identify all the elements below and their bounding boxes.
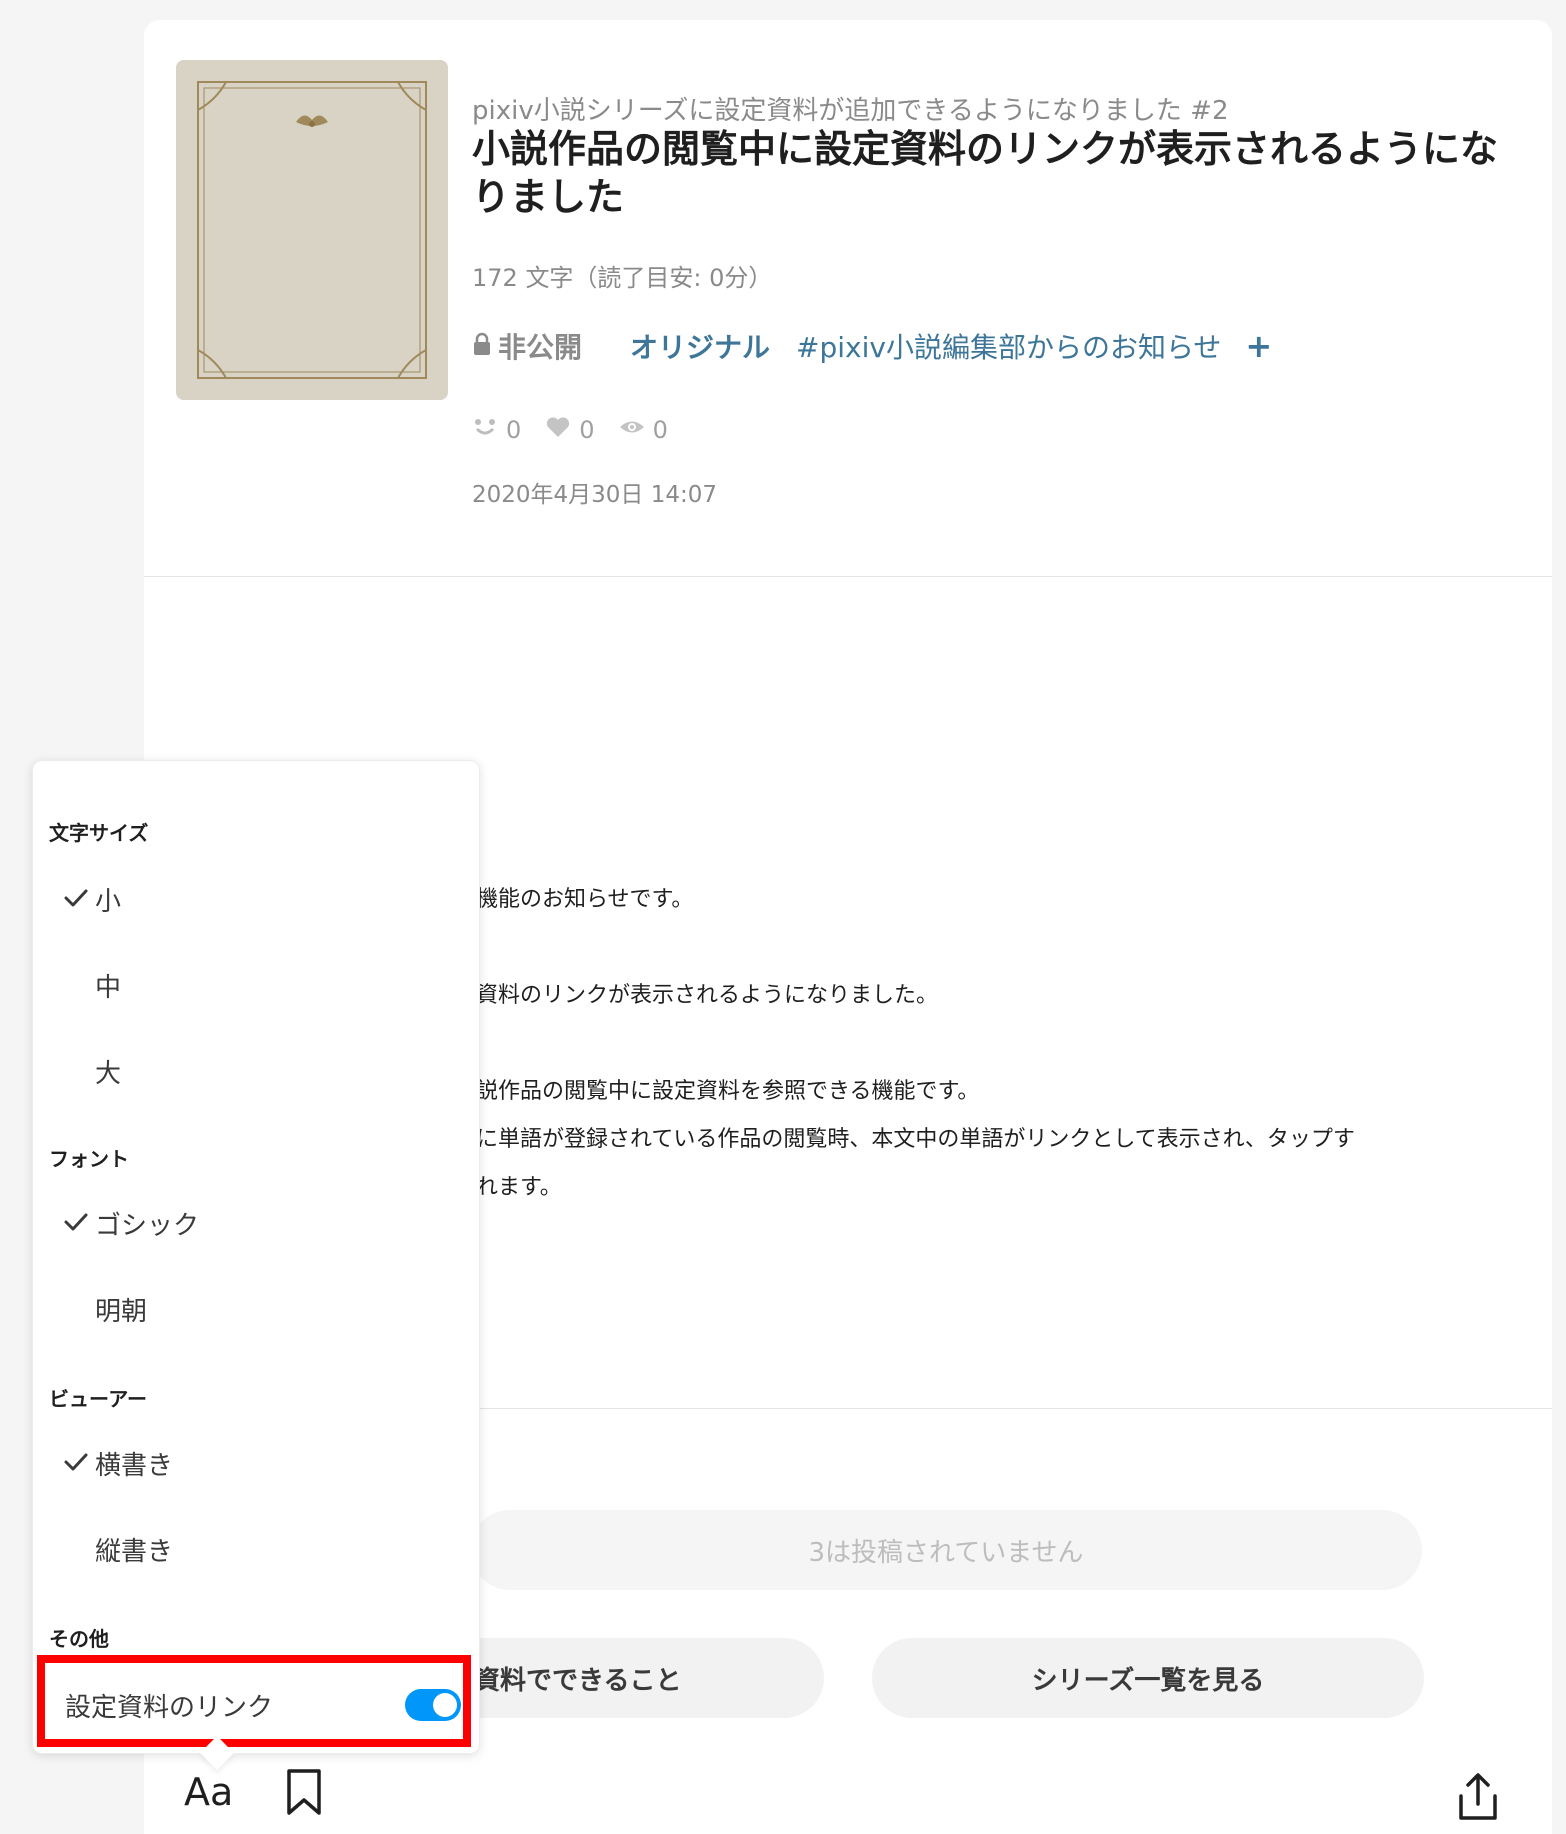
tag-original[interactable]: オリジナル — [630, 326, 770, 366]
body-line: されます。 — [454, 1175, 562, 1200]
viewer-horizontal-label: 横書き — [95, 1450, 174, 1481]
bookmark-icon[interactable] — [284, 1768, 324, 1816]
lock-icon — [472, 330, 498, 363]
viewer-vertical-label: 縦書き — [95, 1536, 174, 1567]
like-icon — [472, 416, 506, 444]
font-size-medium-label: 中 — [95, 972, 122, 1003]
reading-settings-popover: 文字サイズ 小 中 大 フォント ゴシック 明朝 ビューアー 横書き 縦書き そ… — [32, 760, 480, 1754]
work-title: 小説作品の閲覧中に設定資料のリンクが表示されるようになりました — [472, 127, 1499, 219]
check-icon — [63, 887, 91, 911]
font-gothic-label: ゴシック — [95, 1210, 200, 1241]
font-size-small-option[interactable]: 小 — [63, 879, 121, 919]
font-settings-button[interactable]: Aa — [184, 1770, 233, 1814]
header-divider — [144, 576, 1552, 577]
bookmark-stat: 0 — [545, 416, 595, 444]
body-line: 小説作品の閲覧中に設定資料を参照できる機能です。 — [454, 1079, 980, 1104]
setting-link-label: 設定資料のリンク — [65, 1692, 274, 1723]
font-heading: フォント — [49, 1147, 129, 1171]
next-episode-disabled: 3は投稿されていません — [470, 1510, 1422, 1590]
eye-icon — [619, 416, 653, 444]
char-count: 172 文字（読了目安: 0分） — [472, 264, 773, 292]
visibility-status: 非公開 — [472, 326, 582, 366]
body-line: 料に単語が登録されている作品の閲覧時、本文中の単語がリンクとして表示され、タップ… — [454, 1127, 1355, 1152]
series-title-link[interactable]: pixiv小説シリーズに設定資料が追加できるようになりました #2 — [472, 90, 1229, 127]
tag-hashtag[interactable]: #pixiv小説編集部からのお知らせ — [796, 326, 1221, 366]
visibility-label: 非公開 — [498, 331, 583, 364]
body-line — [454, 924, 1355, 972]
like-count: 0 — [506, 416, 522, 444]
font-mincho-option[interactable]: 明朝 — [63, 1289, 147, 1329]
other-heading: その他 — [49, 1627, 109, 1651]
cover-frame-illustration — [176, 60, 448, 400]
stats-row: 0 0 0 — [472, 416, 692, 444]
font-size-small-label: 小 — [95, 886, 122, 917]
font-size-heading: 文字サイズ — [49, 821, 149, 845]
share-icon[interactable] — [1456, 1772, 1500, 1822]
body-line — [454, 1020, 1355, 1068]
like-stat: 0 — [472, 416, 521, 444]
posted-date: 2020年4月30日 14:07 — [472, 482, 718, 508]
add-tag-button[interactable]: + — [1245, 327, 1272, 365]
check-icon — [63, 1451, 91, 1475]
heart-icon — [545, 416, 579, 444]
setting-link-toggle[interactable] — [405, 1689, 461, 1721]
bookmark-count: 0 — [579, 416, 595, 444]
font-size-medium-option[interactable]: 中 — [63, 965, 121, 1005]
tags-row: 非公開 オリジナル #pixiv小説編集部からのお知らせ + — [472, 326, 1272, 366]
setting-link-row[interactable]: 設定資料のリンク — [65, 1685, 461, 1725]
series-list-button[interactable]: シリーズ一覧を見る — [872, 1638, 1424, 1718]
view-count: 0 — [652, 416, 668, 444]
viewer-heading: ビューアー — [49, 1387, 147, 1411]
body-line: 新機能のお知らせです。 — [454, 887, 694, 912]
font-size-large-option[interactable]: 大 — [63, 1051, 121, 1091]
cover-image[interactable] — [176, 60, 448, 400]
novel-body: 新機能のお知らせです。 定資料のリンクが表示されるようになりました。 小説作品の… — [454, 876, 1355, 1212]
body-line: 定資料のリンクが表示されるようになりました。 — [454, 983, 939, 1008]
viewer-vertical-option[interactable]: 縦書き — [63, 1529, 173, 1569]
font-size-large-label: 大 — [95, 1058, 122, 1089]
view-stat: 0 — [619, 416, 668, 444]
font-gothic-option[interactable]: ゴシック — [63, 1203, 199, 1243]
viewer-horizontal-option[interactable]: 横書き — [63, 1443, 173, 1483]
check-icon — [63, 1211, 91, 1235]
font-mincho-label: 明朝 — [95, 1296, 148, 1327]
